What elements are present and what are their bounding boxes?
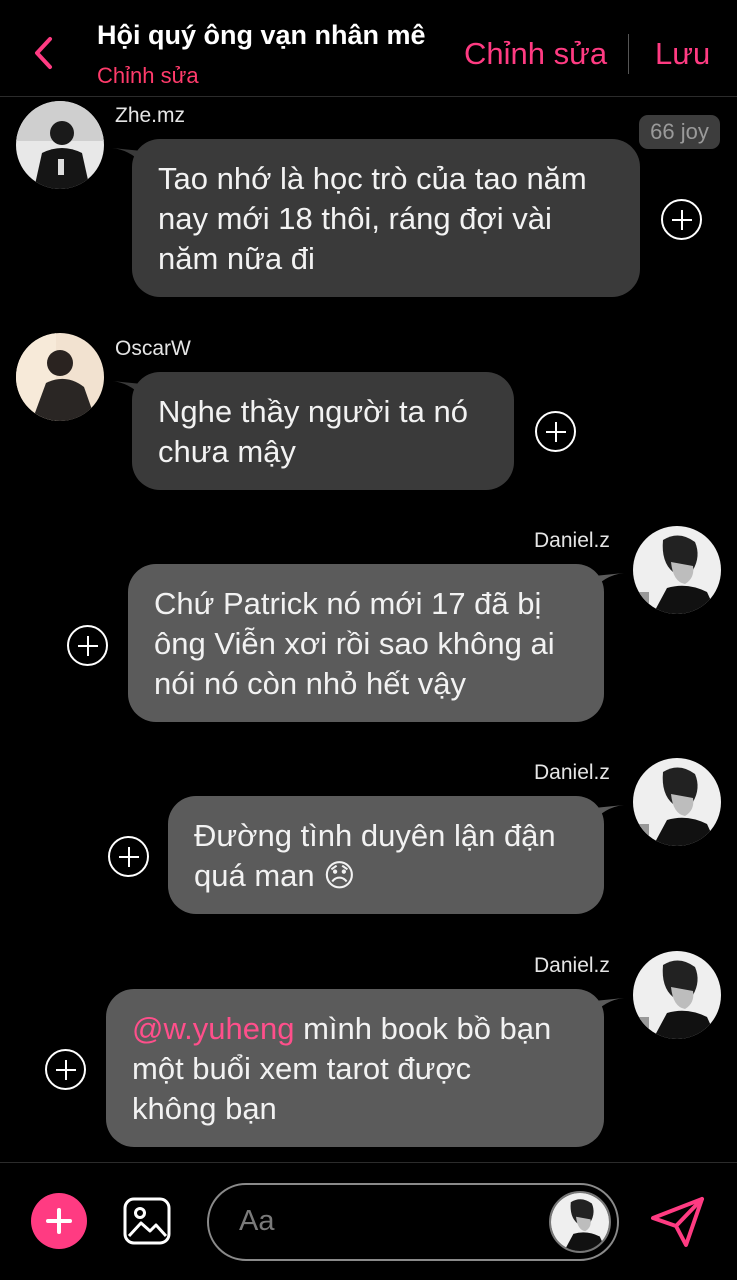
message-line: quá man 😞 (194, 856, 578, 896)
message-input-placeholder: Aa (239, 1205, 275, 1237)
header-divider (628, 34, 629, 74)
message-line: ông Viễn xơi rồi sao không ai (154, 626, 555, 661)
message-line: Tao nhớ là học trò của tao năm (158, 161, 587, 196)
composer-divider (0, 1162, 737, 1163)
sender-name: Daniel.z (534, 761, 610, 784)
image-icon[interactable] (122, 1196, 172, 1246)
chat-header: Hội quý ông vạn nhân mê Chỉnh sửa Chỉnh … (0, 0, 737, 97)
plus-circle-icon[interactable] (661, 199, 702, 240)
message-line: chưa mậy (158, 434, 296, 469)
avatar[interactable] (633, 758, 721, 846)
avatar[interactable] (633, 526, 721, 614)
chat-title[interactable]: Hội quý ông vạn nhân mê (97, 20, 426, 51)
mention-link[interactable]: @w.yuheng (132, 1011, 294, 1046)
sender-name: Daniel.z (534, 529, 610, 552)
joy-badge: 66 joy (639, 115, 720, 149)
message-text: quá man (194, 858, 315, 893)
avatar[interactable] (549, 1191, 611, 1253)
send-icon[interactable] (650, 1196, 706, 1248)
plus-circle-icon[interactable] (45, 1049, 86, 1090)
message-line: Đường tình duyên lận đận (194, 818, 556, 853)
message-text: mình book bồ bạn (294, 1011, 552, 1046)
message-bubble[interactable]: Đường tình duyên lận đận quá man 😞 (168, 796, 604, 914)
message-bubble[interactable]: Chứ Patrick nó mới 17 đã bị ông Viễn xơi… (128, 564, 604, 722)
plus-circle-icon[interactable] (535, 411, 576, 452)
sender-name: OscarW (115, 337, 191, 360)
plus-circle-icon[interactable] (108, 836, 149, 877)
sender-name: Daniel.z (534, 954, 610, 977)
chat-subtitle[interactable]: Chỉnh sửa (97, 63, 199, 89)
message-line: Chứ Patrick nó mới 17 đã bị (154, 586, 542, 621)
edit-button[interactable]: Chỉnh sửa (464, 36, 607, 72)
message-line: nay mới 18 thôi, ráng đợi vài (158, 201, 552, 236)
avatar[interactable] (16, 101, 104, 189)
save-button[interactable]: Lưu (655, 36, 710, 72)
message-bubble[interactable]: Tao nhớ là học trò của tao năm nay mới 1… (132, 139, 640, 297)
message-line: @w.yuheng mình book bồ bạn (132, 1009, 578, 1049)
message-line: không bạn (132, 1091, 277, 1126)
avatar[interactable] (16, 333, 104, 421)
plus-icon[interactable] (31, 1193, 87, 1249)
message-line: Nghe thầy người ta nó (158, 394, 468, 429)
plus-circle-icon[interactable] (67, 625, 108, 666)
chevron-left-icon[interactable] (30, 36, 58, 70)
message-input[interactable]: Aa (207, 1183, 619, 1261)
message-bubble[interactable]: @w.yuheng mình book bồ bạn một buổi xem … (106, 989, 604, 1147)
avatar[interactable] (633, 951, 721, 1039)
sad-face-emoji: 😞 (323, 858, 356, 893)
message-line: một buổi xem tarot được (132, 1051, 472, 1086)
message-bubble[interactable]: Nghe thầy người ta nó chưa mậy (132, 372, 514, 490)
message-line: nói nó còn nhỏ hết vậy (154, 666, 466, 701)
sender-name: Zhe.mz (115, 104, 186, 127)
message-line: năm nữa đi (158, 241, 315, 276)
